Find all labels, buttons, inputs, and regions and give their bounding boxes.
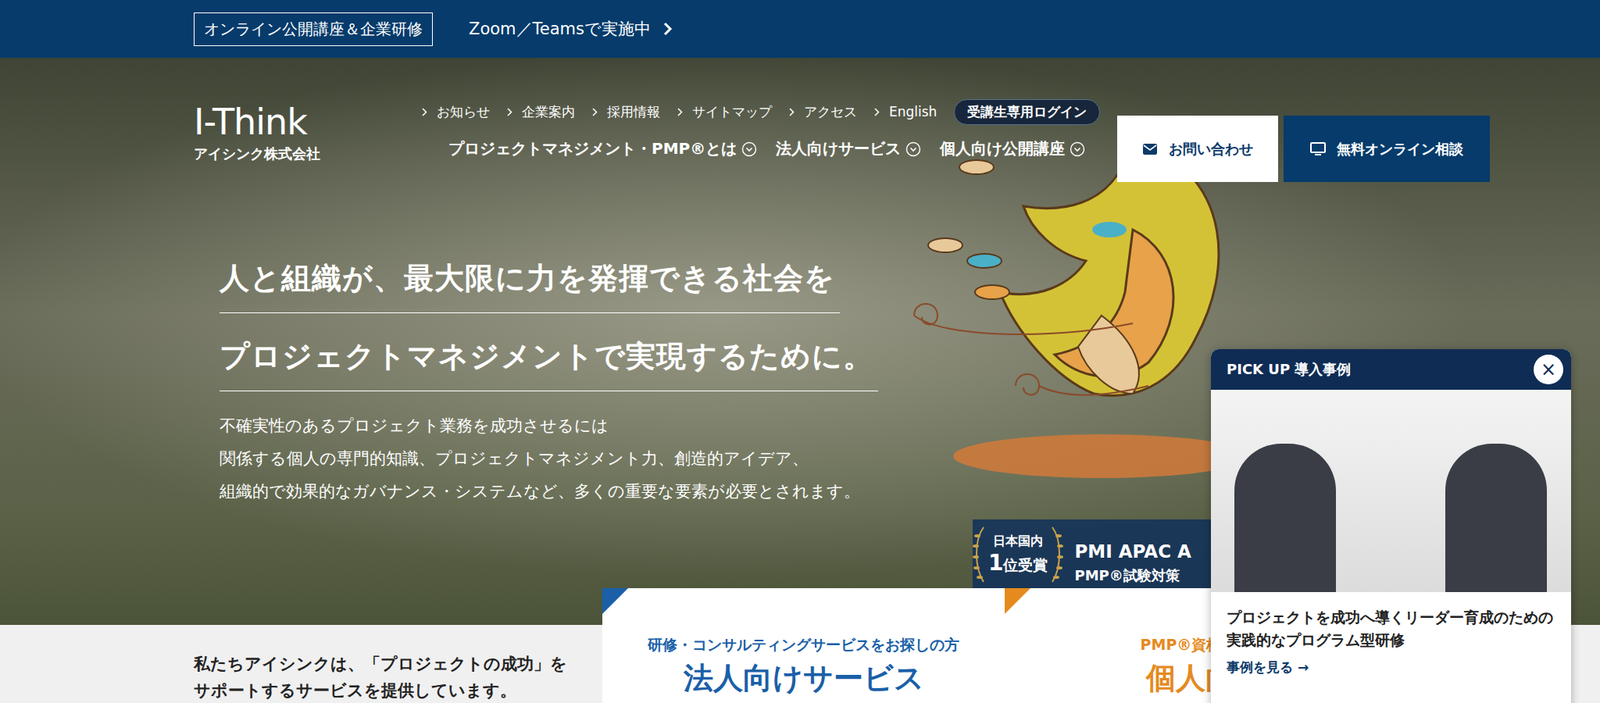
laurel: 日本国内1位受賞 — [972, 524, 1064, 586]
nav-item[interactable]: プロジェクトマネジメント・PMP®とは — [448, 138, 758, 160]
utility-link[interactable]: English — [874, 103, 937, 120]
chevron-right-icon — [421, 107, 428, 117]
close-button[interactable]: × — [1533, 354, 1564, 385]
chevron-down-icon — [1069, 141, 1086, 158]
utility-link[interactable]: 採用情報 — [592, 103, 661, 122]
chevron-right-icon — [874, 107, 880, 117]
laurel-icon — [1049, 524, 1064, 586]
chevron-right-icon — [789, 107, 795, 117]
headline: プロジェクトマネジメントで実現するために。 — [219, 336, 879, 392]
chevron-down-icon — [741, 141, 758, 158]
login-button[interactable]: 受講生専用ログイン — [953, 99, 1100, 125]
header: I-Thinkアイシンク株式会社お知らせ企業案内採用情報サイトマップアクセス En… — [0, 57, 1600, 183]
envelope-icon — [1142, 142, 1158, 156]
service-card[interactable]: 研修・コンサルティングサービスをお探しの方法人向けサービス — [602, 588, 1005, 703]
top-link[interactable]: Zoom／Teamsで実施中 — [468, 17, 673, 40]
nav-item[interactable]: 個人向け公開講座 — [939, 138, 1086, 160]
nav-item[interactable]: 法人向けサービス — [775, 138, 922, 160]
popup-header: PICK UP 導入事例× — [1210, 349, 1572, 390]
logo[interactable]: I-Thinkアイシンク株式会社 — [193, 103, 422, 164]
chevron-right-icon — [677, 107, 683, 117]
main-nav: プロジェクトマネジメント・PMP®とは法人向けサービス個人向け公開講座 — [448, 138, 1110, 160]
chevron-down-icon — [905, 141, 922, 158]
intro-text: 私たちアイシンクは、「プロジェクトの成功」をサポートするサービスを提供しています… — [0, 625, 603, 703]
utility-link[interactable]: 企業案内 — [507, 103, 575, 122]
utility-link[interactable]: サイトマップ — [677, 103, 772, 122]
monitor-icon — [1310, 142, 1326, 157]
pickup-popup: PICK UP 導入事例× プロジェクトを成功へ導くリーダー育成のための実践的なプ… — [1210, 349, 1572, 703]
corner-mark — [602, 588, 629, 615]
corner-mark — [1004, 588, 1031, 615]
cta-buttons: お問い合わせ無料オンライン相談 — [1117, 115, 1490, 183]
cta-button[interactable]: お問い合わせ — [1117, 115, 1279, 183]
top-bar: オンライン公開講座＆企業研修 Zoom／Teamsで実施中 — [0, 0, 1600, 58]
headline: 人と組織が、最大限に力を発揮できる社会を — [219, 258, 840, 314]
case-link[interactable]: 事例を見る → — [1226, 658, 1556, 677]
utility-links: お知らせ企業案内採用情報サイトマップアクセス English 受講生専用ログイン — [421, 96, 1110, 128]
utility-link[interactable]: アクセス — [789, 103, 858, 122]
top-badge[interactable]: オンライン公開講座＆企業研修 — [193, 12, 433, 47]
chevron-right-icon — [663, 21, 673, 36]
navigation: お知らせ企業案内採用情報サイトマップアクセス English 受講生専用ログインプロ… — [421, 96, 1110, 160]
laurel-icon — [972, 524, 987, 586]
cta-button[interactable]: 無料オンライン相談 — [1283, 115, 1490, 183]
page: オンライン公開講座＆企業研修 Zoom／Teamsで実施中 I-Thinkアイシンク… — [0, 0, 1600, 703]
chevron-right-icon — [592, 107, 598, 117]
case-photo[interactable] — [1210, 389, 1572, 593]
chevron-right-icon — [507, 107, 513, 117]
case-description: プロジェクトを成功へ導くリーダー育成のための実践的なプログラム型研修 — [1226, 606, 1556, 651]
utility-link[interactable]: お知らせ — [421, 103, 490, 122]
